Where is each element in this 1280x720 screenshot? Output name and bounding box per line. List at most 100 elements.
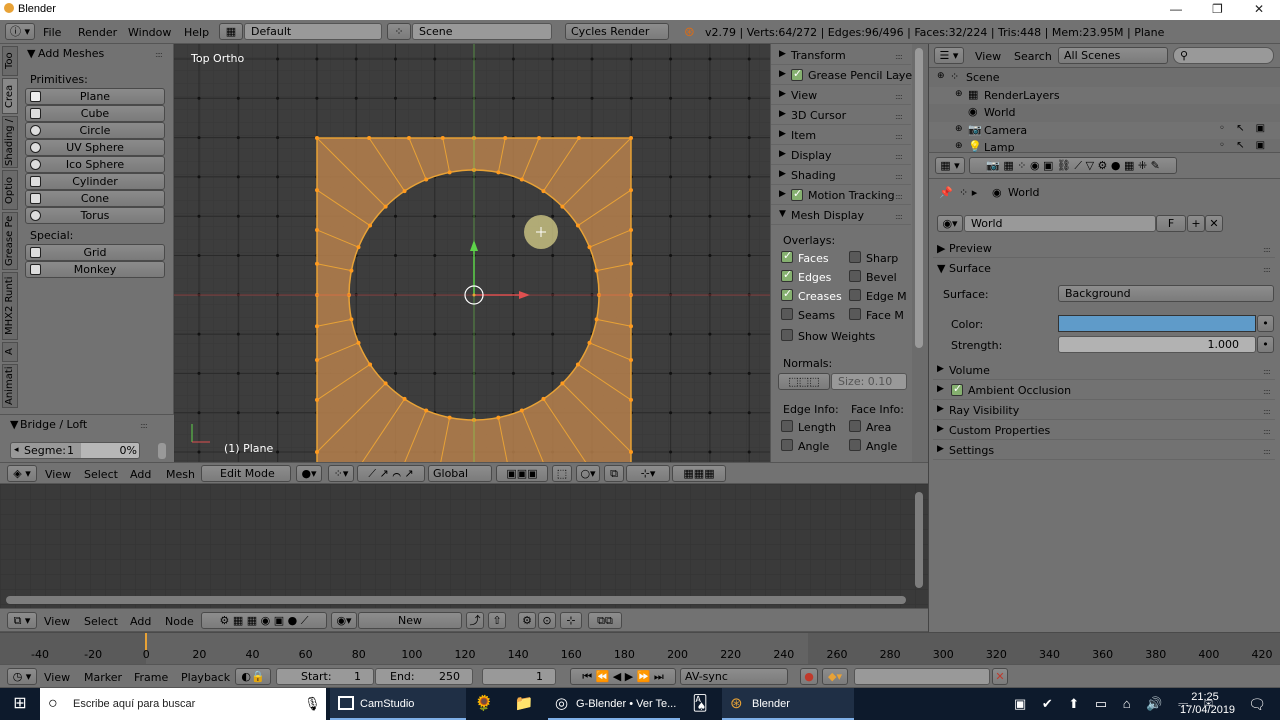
n-section-display[interactable]: ▶ Display:::: <box>771 146 911 165</box>
operator-grip-icon[interactable]: :::: <box>140 421 148 430</box>
orientation-select[interactable]: Global <box>428 465 492 482</box>
snap-mode-button[interactable]: ⊹ <box>560 612 582 629</box>
outliner-filter-select[interactable]: All Scenes <box>1058 47 1168 64</box>
menu-file[interactable]: File <box>43 26 61 39</box>
panel-grip-icon[interactable]: :::: <box>1263 367 1271 376</box>
properties-editor-type-button[interactable]: ▦ ▾ <box>935 157 965 174</box>
timeline-menu-frame[interactable]: Frame <box>134 671 168 684</box>
taskbar-app-camstudio[interactable]: CamStudio <box>330 688 466 720</box>
microphone-icon[interactable]: 🎙 <box>304 688 321 720</box>
panel-custom-properties[interactable]: ▶ Custom Properties:::: <box>933 421 1275 440</box>
face-angle-checkbox[interactable] <box>849 439 861 451</box>
close-button[interactable]: ✕ <box>1254 2 1264 16</box>
section-grip-icon[interactable]: :::: <box>895 152 903 161</box>
proportional-edit-button[interactable]: ○▾ <box>576 465 600 482</box>
3d-viewport[interactable]: Top Ortho (1) Plane <box>174 44 770 462</box>
add-cube-button[interactable]: Cube <box>25 105 165 122</box>
overlay-edge-m-checkbox[interactable] <box>849 289 861 301</box>
outliner-item-camera[interactable]: ⊕ 📷 Camera ◦ ↖ ▣ <box>929 121 1280 139</box>
expand-icon[interactable]: ⊕ <box>937 71 945 81</box>
panel-grip-icon[interactable]: :::: <box>1263 407 1271 416</box>
viewport-menu-select[interactable]: Select <box>84 468 118 481</box>
node-editor[interactable] <box>0 484 928 608</box>
viewport-menu-add[interactable]: Add <box>130 468 151 481</box>
preview-range-buttons[interactable]: ◐🔒 <box>235 668 271 685</box>
outliner-item-world[interactable]: ◉ World <box>929 104 1280 121</box>
mode-select[interactable]: Edit Mode <box>201 465 291 482</box>
add-cylinder-button[interactable]: Cylinder <box>25 173 165 190</box>
surface-shader-select[interactable]: Background <box>1058 285 1274 302</box>
overlay-sharp-checkbox[interactable] <box>849 251 861 263</box>
expand-icon[interactable]: ⊕ <box>955 141 963 151</box>
new-world-copy-button[interactable]: + <box>1187 215 1205 232</box>
node-editor-type-button[interactable]: ⧉ ▾ <box>7 612 37 629</box>
section-grip-icon[interactable]: :::: <box>895 72 903 81</box>
panel-grip-icon[interactable]: :::: <box>1263 447 1271 456</box>
n-section-3d-cursor[interactable]: ▶ 3D Cursor:::: <box>771 106 911 125</box>
maximize-button[interactable]: ❐ <box>1212 2 1223 16</box>
pin-button[interactable]: ⤴ <box>466 612 484 629</box>
sync-mode-select[interactable]: AV-sync <box>680 668 788 685</box>
section-grip-icon[interactable]: :::: <box>895 92 903 101</box>
add-meshes-arrow-icon[interactable]: ▼ <box>27 47 35 60</box>
start-button[interactable]: ⊞ <box>0 688 40 720</box>
unlink-world-button[interactable]: ✕ <box>1205 215 1223 232</box>
section-enable-checkbox[interactable] <box>791 187 803 201</box>
world-icon-button[interactable]: ◉▾ <box>331 612 357 629</box>
notifications-icon[interactable]: 🗨 <box>1242 688 1272 720</box>
record-button[interactable]: ● <box>800 668 818 685</box>
node-editor-v-scrollbar[interactable] <box>915 492 923 588</box>
editor-type-button[interactable]: ⓘ ▾ <box>5 23 35 40</box>
panel-surface[interactable]: ▼ Surface :::: <box>933 259 1275 278</box>
occlude-button[interactable]: ⬚ <box>552 465 572 482</box>
menu-render[interactable]: Render <box>78 26 117 39</box>
surface-grip-icon[interactable]: :::: <box>1263 265 1271 274</box>
overlay-creases-checkbox[interactable] <box>781 287 793 301</box>
section-grip-icon[interactable]: :::: <box>895 172 903 181</box>
pin-icon[interactable]: 📌 <box>939 186 953 199</box>
viewport-menu-view[interactable]: View <box>45 468 71 481</box>
add-monkey-button[interactable]: Monkey <box>25 261 165 278</box>
add-ico-sphere-button[interactable]: Ico Sphere <box>25 156 165 173</box>
add-torus-button[interactable]: Torus <box>25 207 165 224</box>
section-grip-icon[interactable]: :::: <box>895 132 903 141</box>
add-meshes-title[interactable]: Add Meshes <box>38 47 104 60</box>
scrollbar[interactable] <box>158 443 166 459</box>
restrict-toggle-icons[interactable]: ◦ ↖ ▣ <box>1219 140 1269 151</box>
expand-icon[interactable]: ⊕ <box>955 124 963 134</box>
outliner-item-renderlayers[interactable]: ⊕ ▦ RenderLayers <box>929 86 1280 104</box>
panel-settings[interactable]: ▶ Settings:::: <box>933 441 1275 460</box>
add-cone-button[interactable]: Cone <box>25 190 165 207</box>
render-buttons[interactable]: ▦▦▦ <box>672 465 726 482</box>
fake-user-button[interactable]: F <box>1156 215 1186 232</box>
start-frame-field[interactable]: Start: 1 <box>276 668 374 685</box>
panel-grip-icon[interactable]: :::: <box>1263 387 1271 396</box>
timeline-menu-marker[interactable]: Marker <box>84 671 122 684</box>
new-world-button[interactable]: New <box>358 612 462 629</box>
viewport-editor-type-button[interactable]: ◈ ▾ <box>7 465 37 482</box>
section-grip-icon[interactable]: :::: <box>895 112 903 121</box>
add-uv-sphere-button[interactable]: UV Sphere <box>25 139 165 156</box>
n-section-grease-pencil-layers[interactable]: ▶ Grease Pencil Layers:::: <box>771 66 922 85</box>
node-tree-type-buttons[interactable]: ⚙ ▦ ▦ ◉ ▣ ● ⟋ <box>201 612 327 629</box>
backdrop-button[interactable]: ⚙ <box>518 612 536 629</box>
expand-icon[interactable]: ⊕ <box>955 89 963 99</box>
section-enable-checkbox[interactable] <box>791 67 803 81</box>
timeline-menu-view[interactable]: View <box>44 671 70 684</box>
world-browse-button[interactable]: ◉▾ <box>937 215 963 232</box>
panel-enable-checkbox[interactable] <box>951 382 963 396</box>
end-frame-field[interactable]: End: 250 <box>375 668 473 685</box>
node-menu-add[interactable]: Add <box>130 615 151 628</box>
add-plane-button[interactable]: Plane <box>25 88 165 105</box>
system-tray-icons[interactable]: ▣ ✔ ⬆ ▭ ⌂ 🔊 ⎓ ✉ <box>1014 688 1213 720</box>
taskbar-app-chrome[interactable]: ◎ G-Blender • Ver Te... <box>548 688 680 720</box>
menu-help[interactable]: Help <box>184 26 209 39</box>
scene-icon-button[interactable]: ⁘ <box>387 23 411 40</box>
taskbar-sunflower-icon[interactable]: 🌻 <box>470 688 498 720</box>
show-weights-checkbox[interactable] <box>781 329 793 341</box>
overlay-bevel-checkbox[interactable] <box>849 270 861 282</box>
segments-field[interactable]: ◂ Segme: 1 0% <box>10 442 140 459</box>
snap-button[interactable]: ⊙ <box>538 612 556 629</box>
taskbar-app-blender[interactable]: ⊛ Blender <box>722 688 854 720</box>
strength-field[interactable]: 1.000 <box>1058 336 1256 353</box>
